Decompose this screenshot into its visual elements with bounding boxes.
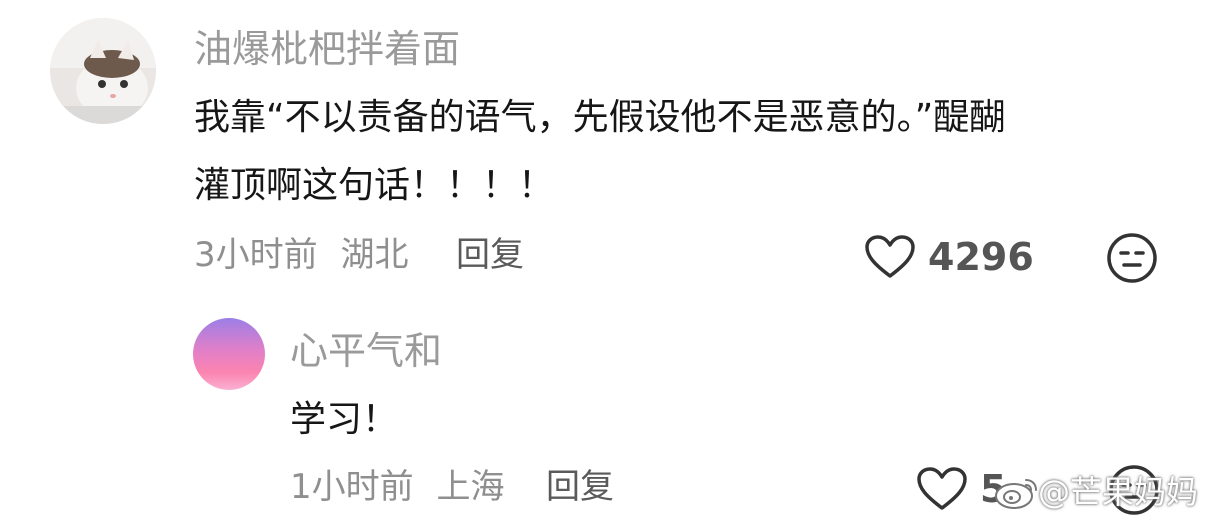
avatar[interactable] [50,18,156,124]
watermark-text: @芒果妈妈 [1038,473,1199,511]
neutral-face-icon[interactable] [1106,232,1158,284]
comment-text-line1: 我靠“不以责备的语气，先假设他不是恶意的。”醍醐 [194,97,1006,138]
reply-reply-button[interactable]: 回复 [546,470,614,504]
reply-text: 学习！ [290,399,399,440]
heart-outline-icon[interactable] [864,234,916,280]
weibo-icon [995,479,1037,509]
heart-outline-icon[interactable] [916,466,968,512]
reply-avatar[interactable] [193,318,265,390]
comment-username[interactable]: 油爆枇杷拌着面 [194,30,460,68]
comment-text-line2: 灌顶啊这句话！！！！ [194,165,555,206]
reply-location: 上海 [436,467,505,507]
reply-username[interactable]: 心平气和 [290,332,442,370]
comment-meta: 3小时前 湖北 [194,238,408,272]
comment-location: 湖北 [340,235,409,275]
comment-like-count: 4296 [928,235,1034,279]
reply-button[interactable]: 回复 [456,238,524,272]
cat-avatar-icon [50,18,156,124]
reply-time: 1小时前 [290,467,414,507]
pink-gradient-avatar-icon [193,318,265,390]
reply-meta: 1小时前 上海 [290,470,504,504]
comment-time: 3小时前 [194,235,318,275]
